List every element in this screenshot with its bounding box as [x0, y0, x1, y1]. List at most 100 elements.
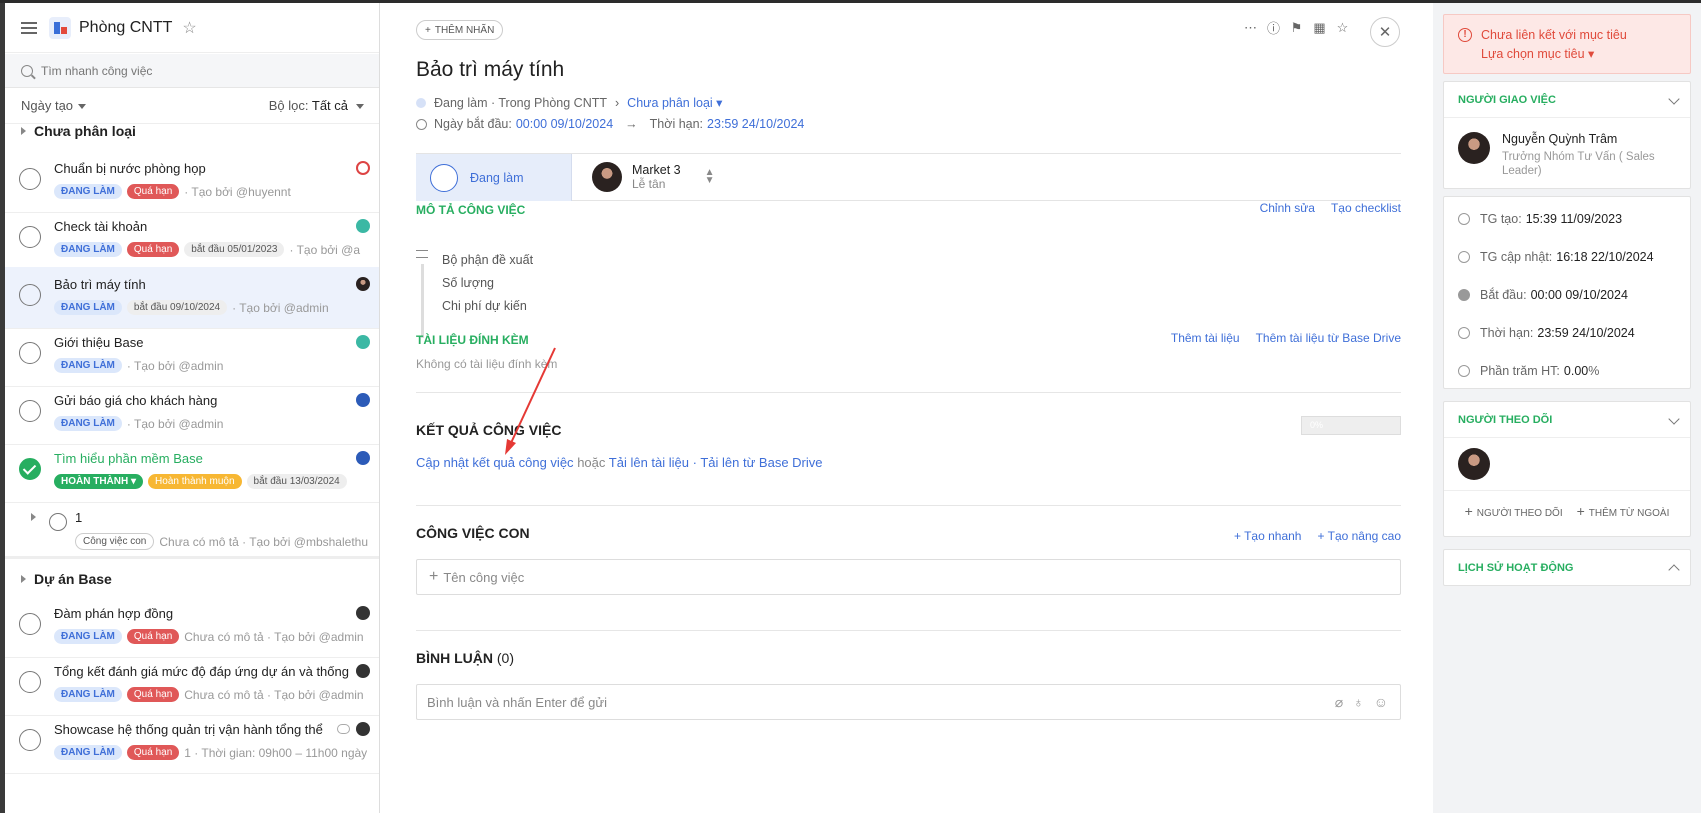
info-icon[interactable]: ⓘ — [1267, 21, 1280, 36]
status-ring-icon — [430, 163, 458, 192]
assigner-name: Nguyễn Quỳnh Trâm — [1502, 132, 1618, 146]
info-value: 15:39 11/09/2023 — [1525, 212, 1623, 226]
followers-title: NGƯỜI THEO DÕI — [1458, 413, 1553, 426]
status-badge[interactable]: HOÀN THÀNH ▾ — [54, 474, 144, 489]
subtask-row[interactable]: 1 Công việc con Chưa có mô tả · Tạo bởi … — [5, 499, 379, 557]
arrow-right-icon: → — [625, 117, 638, 131]
info-label: TG cập nhật: — [1480, 250, 1553, 264]
start-date-value[interactable]: 00:00 09/10/2024 — [516, 117, 613, 131]
star-icon[interactable]: ☆ — [1336, 20, 1349, 35]
add-follower-button[interactable]: + NGƯỜI THEO DÕI — [1465, 503, 1563, 519]
task-creator: Chưa có mô tả · Tạo bởi @mbshalethu — [159, 534, 368, 549]
upload-from-drive-link[interactable]: Tải lên từ Base Drive — [700, 455, 822, 470]
menu-icon[interactable] — [21, 21, 37, 34]
task-creator: · Tạo bởi @admin — [232, 300, 329, 315]
lightbulb-icon[interactable]: ♁ — [1353, 694, 1364, 711]
due-date-value[interactable]: 23:59 24/10/2024 — [707, 117, 804, 131]
close-button[interactable]: ✕ — [1370, 17, 1400, 47]
task-row[interactable]: Đàm phán hợp đồng ĐANG LÀM Quá hạn Chưa … — [5, 596, 379, 658]
task-row[interactable]: Gửi báo giá cho khách hàng ĐANG LÀM · Tạ… — [5, 383, 379, 445]
complete-checkbox[interactable] — [19, 226, 41, 248]
complete-checkbox[interactable] — [19, 284, 41, 306]
add-attachment-link[interactable]: Thêm tài liệu — [1171, 331, 1240, 345]
add-external-button[interactable]: + THÊM TỪ NGOÀI — [1577, 503, 1670, 519]
result-actions: Cập nhật kết quả công việc hoặc Tải lên … — [416, 455, 823, 470]
edit-description-link[interactable]: Chỉnh sửa — [1260, 201, 1315, 215]
assigner-header[interactable]: NGƯỜI GIAO VIỆC — [1444, 82, 1690, 118]
task-row[interactable]: Tổng kết đánh giá mức độ đáp ứng dự án v… — [5, 654, 379, 716]
avatar[interactable] — [1458, 448, 1490, 480]
avatar — [356, 722, 370, 736]
complete-checkbox[interactable] — [19, 400, 41, 422]
upload-document-link[interactable]: Tải lên tài liệu — [609, 455, 689, 470]
avatar — [356, 219, 370, 233]
task-row[interactable]: Giới thiệu Base ĐANG LÀM · Tạo bởi @admi… — [5, 325, 379, 387]
info-row-created: TG tạo: 15:39 11/09/2023 — [1444, 200, 1690, 238]
task-name: Giới thiệu Base — [54, 335, 144, 350]
overdue-badge: Quá hạn — [126, 745, 180, 760]
task-row[interactable]: Check tài khoản ĐANG LÀM Quá hạn bắt đầu… — [5, 209, 379, 271]
task-meta: ĐANG LÀM Quá hạn Chưa có mô tả · Tạo bởi… — [54, 687, 364, 702]
divider — [416, 505, 1401, 506]
search-bar — [5, 54, 379, 88]
quick-create-link[interactable]: + Tạo nhanh — [1234, 529, 1302, 543]
create-checklist-link[interactable]: Tạo checklist — [1331, 201, 1401, 215]
comment-placeholder: Bình luận và nhấn Enter để gửi — [427, 694, 607, 710]
overdue-badge: Quá hạn — [126, 242, 180, 257]
complete-checkbox[interactable] — [19, 671, 41, 693]
task-row[interactable]: Tìm hiểu phần mềm Base HOÀN THÀNH ▾ Hoàn… — [5, 441, 379, 503]
quote-bar — [421, 264, 424, 338]
status-badge: ĐANG LÀM — [54, 416, 122, 431]
caret-right-icon — [21, 127, 26, 135]
complete-checkbox[interactable] — [49, 513, 67, 531]
bookmark-icon[interactable]: ⚑ — [1290, 20, 1303, 35]
complete-checkbox[interactable] — [19, 729, 41, 751]
status-line: Đang làm · Trong Phòng CNTT › Chưa phân … — [416, 95, 722, 110]
divider — [416, 630, 1401, 631]
emoji-icon[interactable]: ☺ — [1374, 694, 1388, 711]
task-creator: · Tạo bởi @admin — [126, 358, 224, 373]
complete-checkbox-checked[interactable] — [19, 458, 41, 480]
subtasks-title: CÔNG VIỆC CON — [416, 525, 530, 541]
complete-checkbox[interactable] — [19, 613, 41, 635]
group-header[interactable]: Dự án Base — [5, 556, 379, 598]
subtask-badge: Công việc con — [75, 533, 155, 550]
task-creator: Chưa có mô tả · Tạo bởi @admin — [184, 687, 364, 702]
more-icon[interactable]: ⋯ — [1244, 20, 1257, 35]
select-goal-label: Lựa chọn mục tiêu — [1481, 47, 1585, 61]
category-dropdown[interactable]: Chưa phân loại ▾ — [627, 95, 722, 110]
select-goal-link[interactable]: Lựa chọn mục tiêu ▾ — [1481, 46, 1594, 61]
description-line: Bộ phận đề xuất — [442, 253, 534, 267]
add-external-label: THÊM TỪ NGOÀI — [1588, 507, 1670, 519]
attachments-actions: Thêm tài liệu Thêm tài liệu từ Base Driv… — [1171, 331, 1401, 345]
info-label: Thời hạn: — [1480, 326, 1534, 340]
task-creator: · Tạo bởi @a — [289, 242, 360, 257]
search-input[interactable] — [41, 63, 341, 78]
calendar-icon[interactable]: ▦ — [1313, 20, 1326, 35]
start-date-badge: bắt đầu 05/01/2023 — [184, 242, 285, 257]
add-from-drive-link[interactable]: Thêm tài liệu từ Base Drive — [1256, 331, 1401, 345]
followers-header[interactable]: NGƯỜI THEO DÕI — [1444, 402, 1690, 438]
complete-checkbox[interactable] — [19, 342, 41, 364]
history-title: LỊCH SỬ HOẠT ĐỘNG — [1458, 562, 1574, 574]
star-icon[interactable]: ☆ — [182, 18, 196, 38]
group-header[interactable]: Chưa phân loại — [5, 110, 379, 152]
update-result-link[interactable]: Cập nhật kết quả công việc — [416, 455, 574, 470]
info-value: 16:18 22/10/2024 — [1556, 250, 1654, 264]
add-label-button[interactable]: + THÊM NHÃN — [416, 20, 504, 40]
history-header[interactable]: LỊCH SỬ HOẠT ĐỘNG — [1444, 550, 1690, 586]
complete-checkbox[interactable] — [19, 168, 41, 190]
attach-icon[interactable]: ⌀ — [1335, 694, 1343, 711]
description-content: Bộ phận đề xuất Số lượng Chi phí dự kiến — [416, 250, 533, 338]
task-row[interactable]: Showcase hệ thống quản trị vận hành tổng… — [5, 712, 379, 774]
advanced-create-link[interactable]: + Tạo nâng cao — [1317, 529, 1401, 543]
comment-input[interactable]: Bình luận và nhấn Enter để gửi ⌀ ♁ ☺ — [416, 684, 1401, 720]
info-label: TG tạo: — [1480, 212, 1522, 226]
status-toggle[interactable]: Đang làm — [416, 154, 572, 201]
task-row[interactable]: Chuẩn bị nước phòng họp ĐANG LÀM Quá hạn… — [5, 151, 379, 213]
info-row-updated: TG cập nhật: 16:18 22/10/2024 — [1444, 238, 1690, 276]
assignee-selector[interactable]: Market 3 Lễ tân ▲ ▼ — [592, 162, 715, 192]
new-subtask-input[interactable]: + Tên công việc — [416, 559, 1401, 595]
task-row-selected[interactable]: Bảo trì máy tính ĐANG LÀM bắt đầu 09/10/… — [5, 267, 379, 329]
caret-right-icon[interactable] — [31, 513, 36, 521]
